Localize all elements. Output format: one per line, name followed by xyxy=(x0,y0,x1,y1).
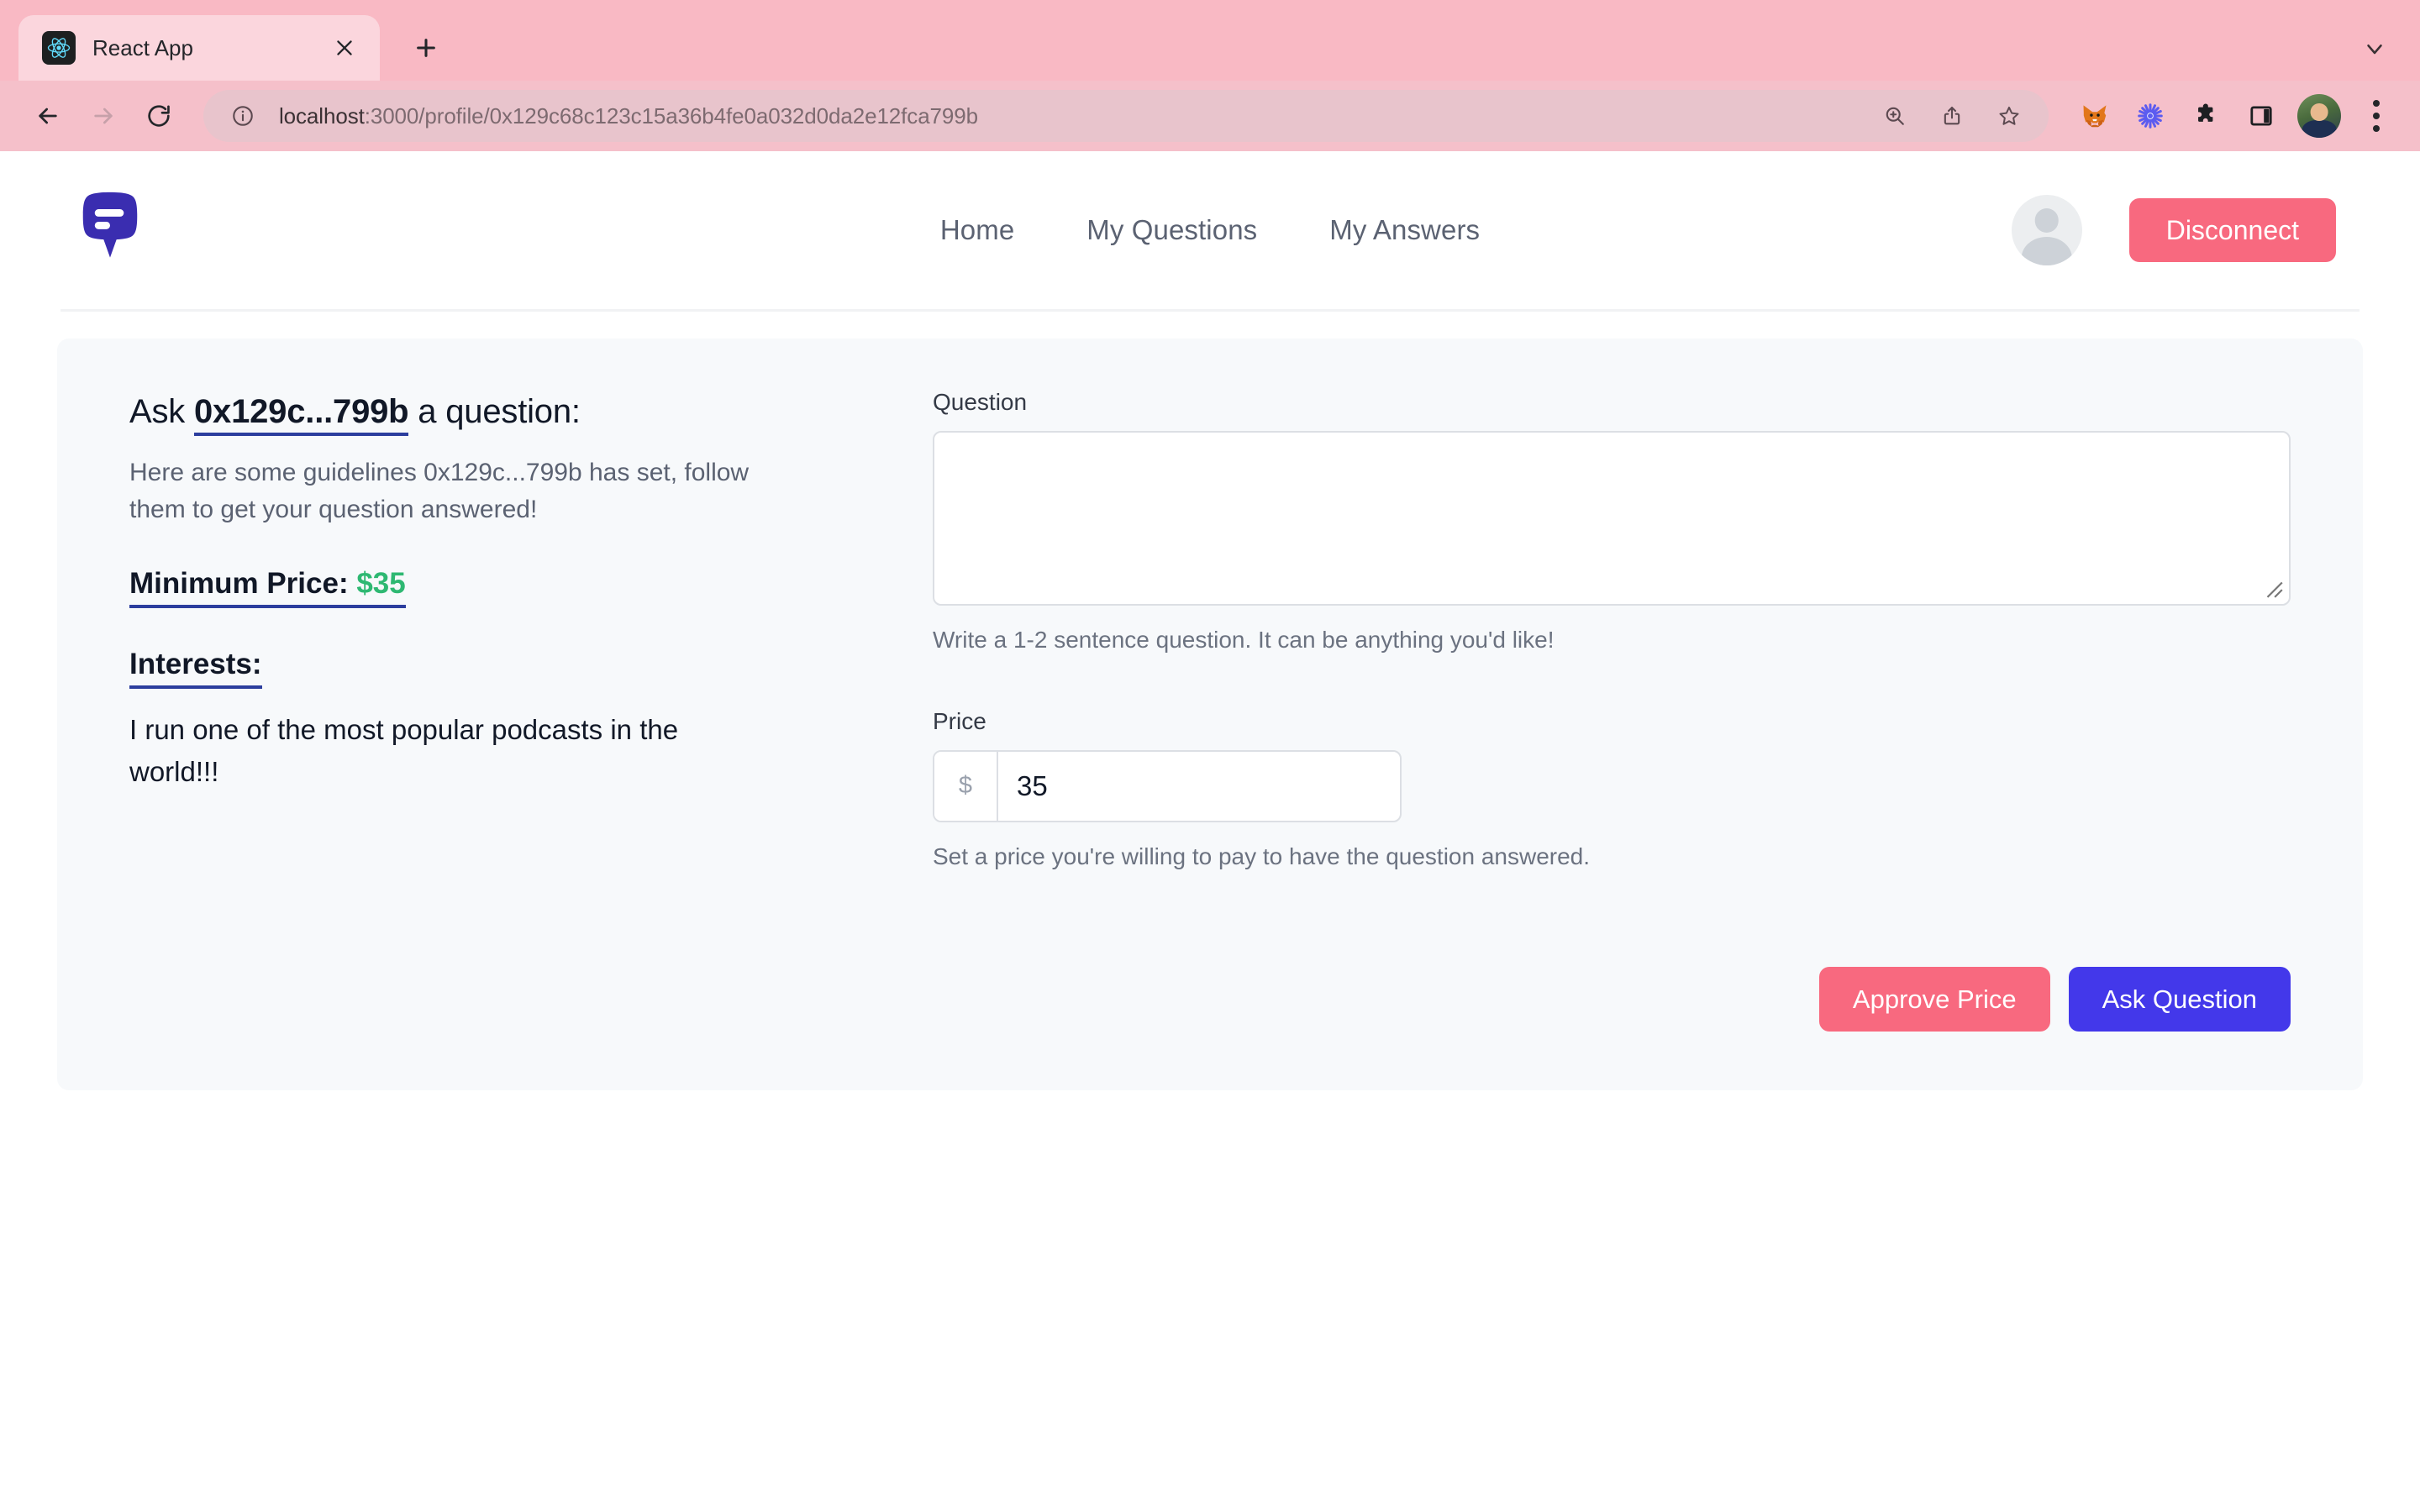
browser-tab-strip: React App xyxy=(0,0,2420,81)
form-actions: Approve Price Ask Question xyxy=(933,966,2291,1032)
interests-label: Interests: xyxy=(129,648,262,680)
interests-body-text: I run one of the most popular podcasts i… xyxy=(129,714,679,787)
reload-icon[interactable] xyxy=(133,90,185,142)
page-viewport: Home My Questions My Answers Disconnect … xyxy=(0,151,2420,1512)
share-icon[interactable] xyxy=(1931,95,1973,137)
question-input[interactable] xyxy=(933,431,2291,606)
nav-item-home[interactable]: Home xyxy=(940,214,1014,246)
approve-price-button[interactable]: Approve Price xyxy=(1818,966,2050,1032)
bookmark-star-icon[interactable] xyxy=(1988,95,2030,137)
ask-title-suffix: a question: xyxy=(408,393,581,430)
app-header: Home My Questions My Answers Disconnect xyxy=(0,151,2420,309)
minimum-price-value: $35 xyxy=(356,567,406,600)
nav-item-my-questions[interactable]: My Questions xyxy=(1086,214,1257,246)
browser-toolbar: localhost:3000/profile/0x129c68c123c15a3… xyxy=(0,81,2420,151)
question-help-text: Write a 1-2 sentence question. It can be… xyxy=(933,627,1555,653)
question-field-label: Question xyxy=(933,389,1028,415)
back-arrow-icon[interactable] xyxy=(22,90,74,142)
guidelines-text: Here are some guidelines 0x129c...799b h… xyxy=(129,459,750,523)
header-right-group: Disconnect xyxy=(2011,195,2336,265)
nav-item-my-answers[interactable]: My Answers xyxy=(1329,214,1480,246)
zoom-in-icon[interactable] xyxy=(1874,95,1916,137)
currency-symbol-addon: $ xyxy=(934,751,998,821)
header-divider xyxy=(60,309,2360,312)
ask-question-card: Ask 0x129c...799b a question: Here are s… xyxy=(57,339,2363,1090)
metamask-fox-icon[interactable] xyxy=(2070,92,2119,140)
ask-question-button[interactable]: Ask Question xyxy=(2068,966,2291,1032)
minimum-price-row: Minimum Price: $35 xyxy=(129,528,869,608)
react-logo-icon xyxy=(42,31,76,65)
address-bar-url: localhost:3000/profile/0x129c68c123c15a3… xyxy=(279,103,1859,129)
page-title: Ask 0x129c...799b a question: xyxy=(129,391,869,436)
minimum-price-heading: Minimum Price: $35 xyxy=(129,566,406,608)
forward-arrow-icon[interactable] xyxy=(77,90,129,142)
interests-heading: Interests: xyxy=(129,647,262,689)
url-host: localhost xyxy=(279,102,365,129)
new-tab-button[interactable] xyxy=(402,24,450,72)
main-nav: Home My Questions My Answers xyxy=(940,214,1480,246)
browser-tab[interactable]: React App xyxy=(18,15,380,81)
price-input-group: $ xyxy=(933,749,1402,822)
browser-profile-avatar[interactable] xyxy=(2297,94,2341,138)
chat-bubble-logo-icon[interactable] xyxy=(77,190,143,270)
ask-title-prefix: Ask xyxy=(129,393,194,430)
address-bar[interactable]: localhost:3000/profile/0x129c68c123c15a3… xyxy=(203,90,2049,142)
user-avatar-icon[interactable] xyxy=(2011,195,2082,265)
disconnect-button[interactable]: Disconnect xyxy=(2128,198,2336,262)
minimum-price-label: Minimum Price: xyxy=(129,567,349,600)
question-input-wrapper xyxy=(933,431,2291,606)
close-icon[interactable] xyxy=(328,31,361,65)
info-circle-icon[interactable] xyxy=(222,95,264,137)
interests-row: Interests: xyxy=(129,608,869,689)
browser-window: React App localhost:3000/profile/0x129c6… xyxy=(0,0,2420,1512)
chevron-down-icon[interactable] xyxy=(2349,24,2400,74)
side-panel-icon[interactable] xyxy=(2237,92,2286,140)
puzzle-piece-icon[interactable] xyxy=(2181,92,2230,140)
price-field-group: Price $ Set a price you're willing to pa… xyxy=(933,708,2291,873)
price-help-text: Set a price you're willing to pay to hav… xyxy=(933,843,1591,869)
ask-question-form: Question Write a 1-2 sentence question. … xyxy=(933,386,2291,1032)
profile-guidelines-panel: Ask 0x129c...799b a question: Here are s… xyxy=(129,386,869,1032)
three-dot-menu-icon[interactable] xyxy=(2354,92,2398,140)
url-path: :3000/profile/0x129c68c123c15a36b4fe0a03… xyxy=(364,102,978,129)
price-field-label: Price xyxy=(933,707,986,734)
price-input[interactable] xyxy=(998,751,1400,821)
blue-asterisk-extension-icon[interactable] xyxy=(2126,92,2175,140)
browser-tab-title: React App xyxy=(92,34,193,60)
profile-address: 0x129c...799b xyxy=(194,393,409,436)
